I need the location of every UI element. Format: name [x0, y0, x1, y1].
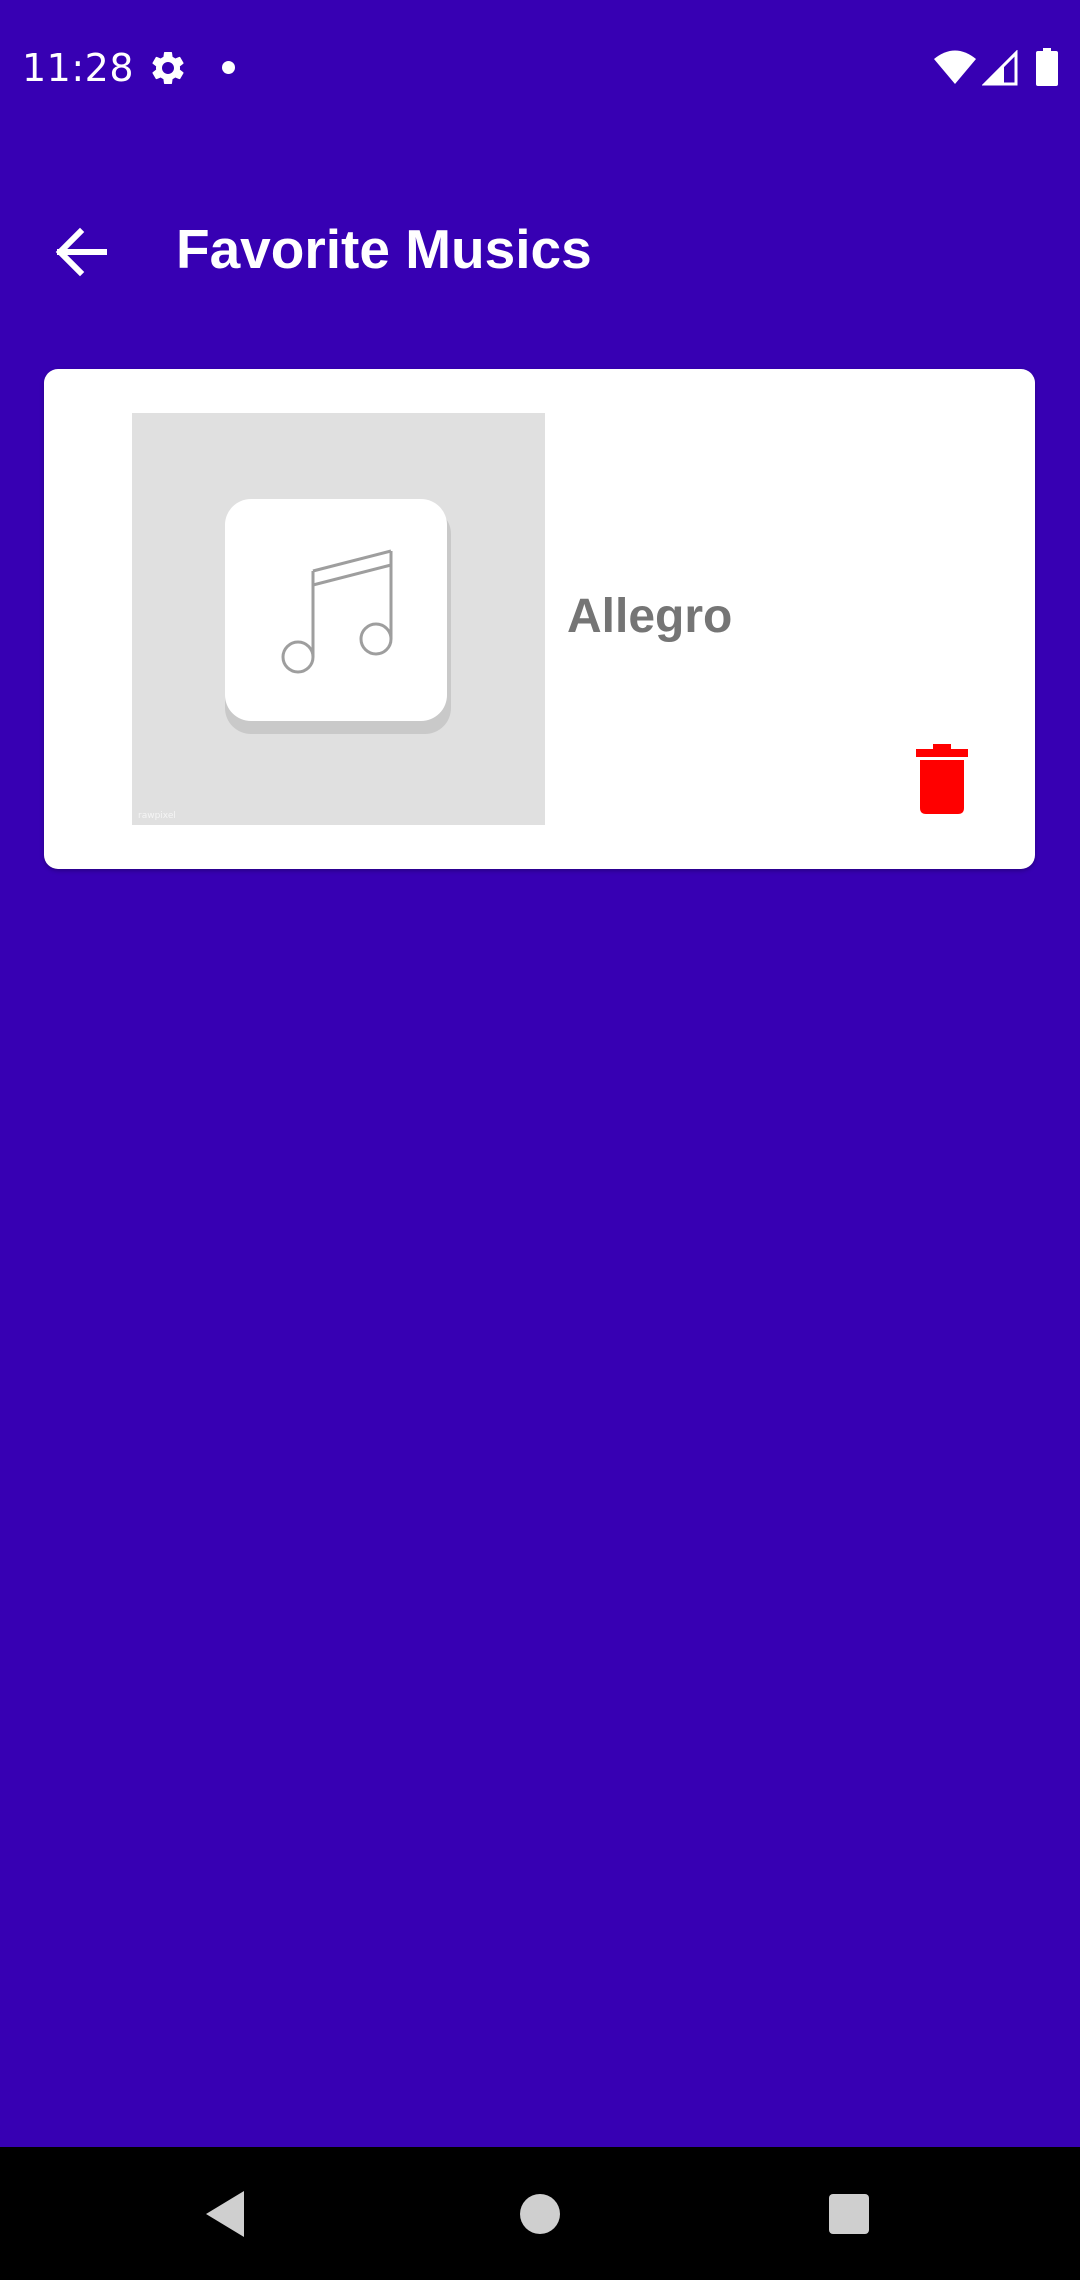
cell-signal-icon — [981, 49, 1018, 86]
music-note-icon — [225, 499, 447, 721]
art-watermark: rawpixel — [138, 811, 176, 821]
album-art: rawpixel — [132, 413, 545, 825]
gear-icon — [148, 48, 188, 88]
status-time: 11:28 — [22, 46, 135, 90]
wifi-icon — [934, 50, 976, 84]
nav-recents-icon[interactable] — [829, 2194, 869, 2234]
nav-home-icon[interactable] — [520, 2194, 560, 2234]
delete-button[interactable] — [914, 744, 970, 814]
navigation-bar — [0, 2147, 1080, 2280]
notification-dot-icon — [222, 61, 235, 74]
nav-back-icon[interactable] — [204, 2189, 248, 2239]
status-bar: 11:28 — [0, 0, 1080, 136]
page-title: Favorite Musics — [176, 218, 592, 280]
arrow-left-icon — [40, 210, 124, 294]
favorite-music-card[interactable]: rawpixel Allegro — [44, 369, 1035, 869]
battery-icon — [1036, 48, 1058, 86]
trash-icon — [914, 744, 970, 814]
song-title: Allegro — [567, 590, 733, 643]
back-button[interactable] — [40, 210, 124, 294]
app-bar: Favorite Musics — [0, 170, 1080, 330]
art-tile — [225, 499, 447, 721]
